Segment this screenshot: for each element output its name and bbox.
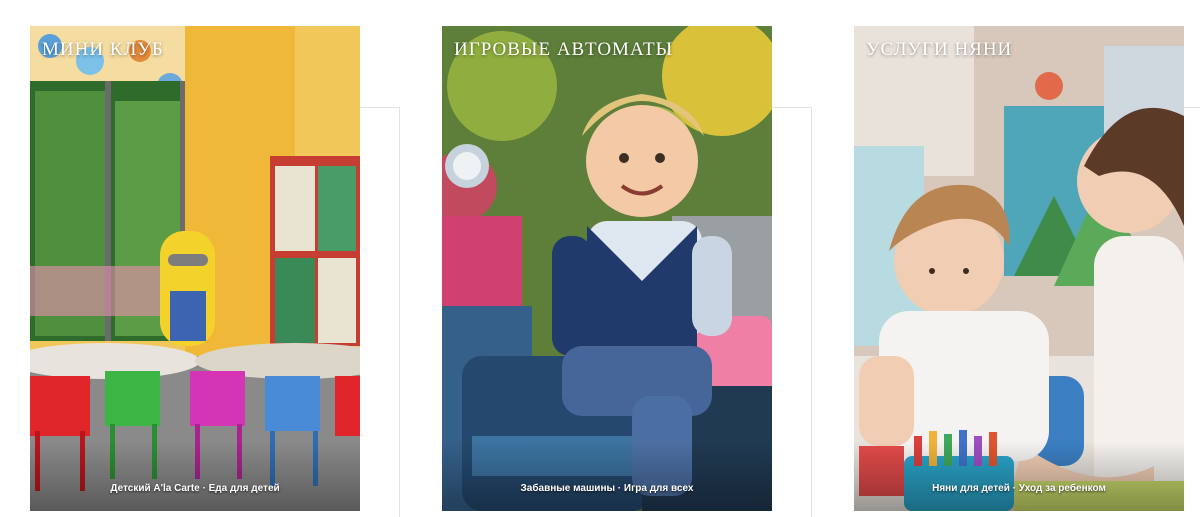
card-arcade-machines[interactable]: ИГРОВЫЕ АВТОМАТЫ Забавные машины · Игра … (442, 26, 772, 511)
card-tagline: Забавные машины · Игра для всех (520, 483, 694, 494)
boy-on-ride-car-image (442, 26, 772, 511)
frame-line (399, 107, 400, 517)
caption-shade (30, 441, 360, 511)
card-mini-club[interactable]: МИНИ КЛУБ Детский A'la Carte · Еда для д… (30, 26, 360, 511)
caption-shade (442, 441, 772, 511)
card-title: УСЛУГИ НЯНИ (866, 39, 1013, 60)
card-nanny-services[interactable]: УСЛУГИ НЯНИ Няни для детей · Уход за реб… (854, 26, 1184, 511)
card-tagline: Детский A'la Carte · Еда для детей (110, 483, 280, 494)
frame-line (811, 107, 812, 517)
frame-line (360, 107, 400, 108)
caption-shade (854, 441, 1184, 511)
card-title: ИГРОВЫЕ АВТОМАТЫ (454, 39, 674, 60)
card-tagline: Няни для детей · Уход за ребенком (932, 483, 1106, 494)
kids-playroom-image (30, 26, 360, 511)
frame-line (1184, 107, 1200, 108)
frame-line (772, 107, 812, 108)
card-title: МИНИ КЛУБ (42, 39, 164, 60)
nanny-with-child-image (854, 26, 1184, 511)
